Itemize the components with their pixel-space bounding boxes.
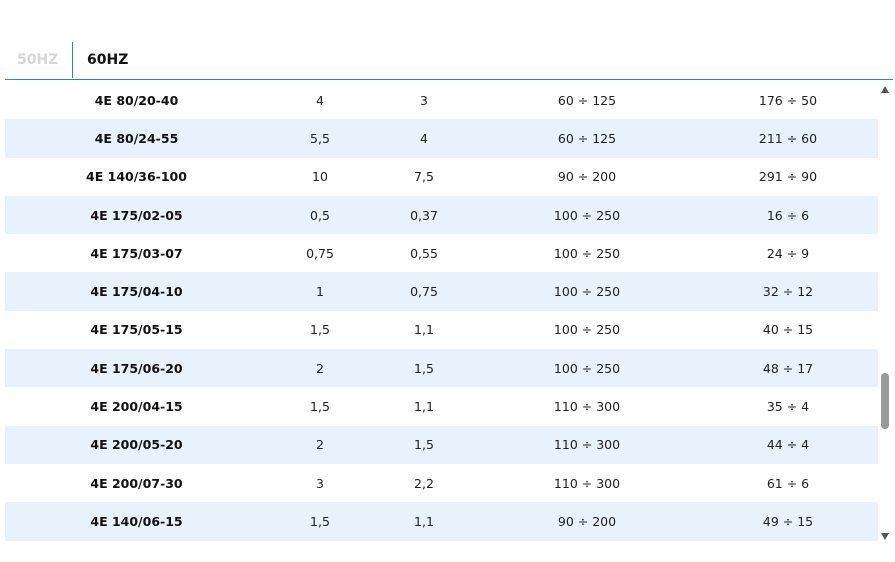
value-cell: 2,2 <box>414 475 434 491</box>
value-cell: 0,75 <box>372 272 476 311</box>
model-cell: 4E 175/06-20 <box>5 349 268 388</box>
value-cell: 2 <box>268 425 372 464</box>
model-cell: 4E 200/07-30 <box>90 475 183 491</box>
value-cell: 110 ÷ 300 <box>553 475 621 491</box>
value-cell: 32 ÷ 12 <box>698 272 878 311</box>
value-cell: 44 ÷ 4 <box>698 425 878 464</box>
frequency-tabs: 50HZ 60HZ <box>5 42 893 80</box>
model-cell: 4E 140/36-100 <box>86 169 187 185</box>
value-cell: 100 ÷ 250 <box>476 349 698 388</box>
scroll-down-icon[interactable] <box>881 533 889 540</box>
value-cell: 90 ÷ 200 <box>557 169 617 185</box>
value-cell: 1,5 <box>372 425 476 464</box>
pump-table-container: 4E 80/20-40 4 3 60 ÷ 125 176 ÷ 50 4E 80/24-55… <box>5 81 878 542</box>
value-cell: 60 ÷ 125 <box>557 92 617 108</box>
table-row: 4E 80/20-40 4 3 60 ÷ 125 176 ÷ 50 <box>5 81 878 119</box>
value-cell: 1,1 <box>372 502 476 541</box>
table-row: 4E 175/03-07 0,75 0,55 100 ÷ 250 24 ÷ 9 <box>5 234 878 272</box>
value-cell: 0,5 <box>268 195 372 235</box>
value-cell: 1,5 <box>268 502 372 541</box>
value-cell: 61 ÷ 6 <box>766 475 810 491</box>
table-row: 4E 175/05-15 1,5 1,1 100 ÷ 250 40 ÷ 15 <box>5 311 878 349</box>
value-cell: 24 ÷ 9 <box>766 245 810 261</box>
value-cell: 16 ÷ 6 <box>698 195 878 235</box>
model-cell: 4E 200/05-20 <box>5 425 268 464</box>
table-row: 4E 200/04-15 1,5 1,1 110 ÷ 300 35 ÷ 4 <box>5 387 878 425</box>
value-cell: 100 ÷ 250 <box>553 245 621 261</box>
value-cell: 176 ÷ 50 <box>758 92 818 108</box>
table-row: 4E 200/05-20 2 1,5 110 ÷ 300 44 ÷ 4 <box>5 425 878 464</box>
model-cell: 4E 175/03-07 <box>90 245 183 261</box>
model-cell: 4E 80/20-40 <box>94 92 179 108</box>
value-cell: 1 <box>268 272 372 311</box>
tab-50hz[interactable]: 50HZ <box>17 42 58 79</box>
pump-table-body: 4E 80/20-40 4 3 60 ÷ 125 176 ÷ 50 4E 80/24-55… <box>5 81 878 541</box>
table-row: 4E 175/04-10 1 0,75 100 ÷ 250 32 ÷ 12 <box>5 272 878 311</box>
value-cell: 3 <box>420 92 428 108</box>
tab-divider <box>72 42 73 78</box>
value-cell: 211 ÷ 60 <box>698 119 878 158</box>
value-cell: 100 ÷ 250 <box>553 322 621 338</box>
value-cell: 0,37 <box>372 195 476 235</box>
value-cell: 4 <box>372 119 476 158</box>
table-row: 4E 80/24-55 5,5 4 60 ÷ 125 211 ÷ 60 <box>5 119 878 158</box>
value-cell: 7,5 <box>414 169 434 185</box>
value-cell: 0,75 <box>306 245 334 261</box>
value-cell: 60 ÷ 125 <box>476 119 698 158</box>
model-cell: 4E 175/04-10 <box>5 272 268 311</box>
value-cell: 1,5 <box>310 399 330 415</box>
value-cell: 1,1 <box>414 399 434 415</box>
value-cell: 90 ÷ 200 <box>476 502 698 541</box>
model-cell: 4E 140/06-15 <box>5 502 268 541</box>
value-cell: 1,5 <box>310 322 330 338</box>
value-cell: 35 ÷ 4 <box>766 399 810 415</box>
table-row: 4E 175/02-05 0,5 0,37 100 ÷ 250 16 ÷ 6 <box>5 195 878 235</box>
table-row: 4E 175/06-20 2 1,5 100 ÷ 250 48 ÷ 17 <box>5 349 878 388</box>
value-cell: 5,5 <box>268 119 372 158</box>
value-cell: 0,55 <box>410 245 438 261</box>
pump-table: 4E 80/20-40 4 3 60 ÷ 125 176 ÷ 50 4E 80/24-55… <box>5 81 878 541</box>
model-cell: 4E 175/02-05 <box>5 195 268 235</box>
value-cell: 110 ÷ 300 <box>476 425 698 464</box>
vertical-scrollbar[interactable] <box>878 81 893 542</box>
value-cell: 100 ÷ 250 <box>476 195 698 235</box>
value-cell: 49 ÷ 15 <box>698 502 878 541</box>
table-row: 4E 200/07-30 3 2,2 110 ÷ 300 61 ÷ 6 <box>5 464 878 502</box>
scrollbar-thumb[interactable] <box>881 373 889 429</box>
value-cell: 291 ÷ 90 <box>758 169 818 185</box>
value-cell: 110 ÷ 300 <box>553 399 621 415</box>
value-cell: 1,5 <box>372 349 476 388</box>
model-cell: 4E 200/04-15 <box>90 399 183 415</box>
table-row: 4E 140/36-100 10 7,5 90 ÷ 200 291 ÷ 90 <box>5 158 878 196</box>
value-cell: 100 ÷ 250 <box>476 272 698 311</box>
value-cell: 40 ÷ 15 <box>762 322 814 338</box>
scroll-up-icon[interactable] <box>881 86 889 93</box>
value-cell: 2 <box>268 349 372 388</box>
value-cell: 3 <box>316 475 324 491</box>
model-cell: 4E 175/05-15 <box>90 322 183 338</box>
value-cell: 10 <box>312 169 328 185</box>
value-cell: 4 <box>316 92 324 108</box>
model-cell: 4E 80/24-55 <box>5 119 268 158</box>
value-cell: 1,1 <box>414 322 434 338</box>
tab-60hz[interactable]: 60HZ <box>87 42 128 79</box>
table-row: 4E 140/06-15 1,5 1,1 90 ÷ 200 49 ÷ 15 <box>5 502 878 541</box>
value-cell: 48 ÷ 17 <box>698 349 878 388</box>
